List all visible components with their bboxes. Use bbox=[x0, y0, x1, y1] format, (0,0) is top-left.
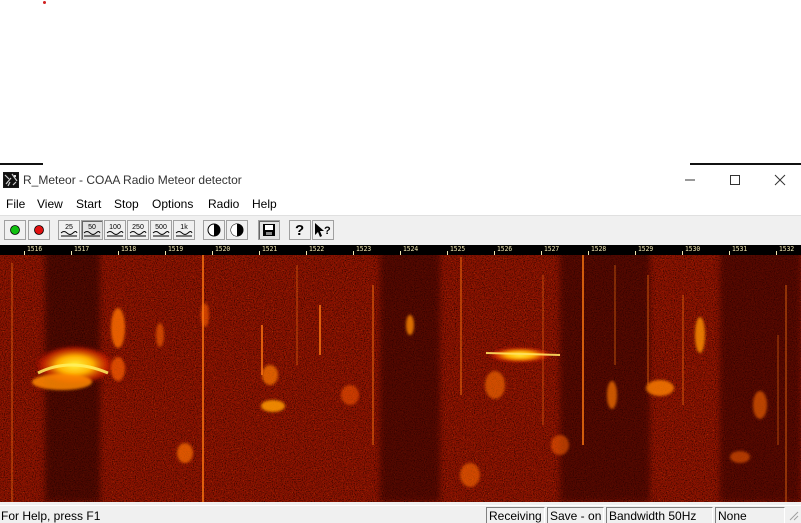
close-icon bbox=[774, 174, 786, 186]
tick-mark bbox=[729, 251, 730, 255]
contrast-button-2[interactable] bbox=[226, 220, 248, 240]
menu-view[interactable]: View bbox=[37, 197, 63, 211]
time-tick: 1523 bbox=[356, 245, 372, 253]
contrast-icon bbox=[207, 223, 221, 237]
time-tick: 1532 bbox=[779, 245, 795, 253]
status-pane-receiving: Receiving bbox=[486, 507, 545, 523]
bandwidth-100-button[interactable]: 100 bbox=[104, 220, 126, 240]
wave-icon bbox=[175, 231, 193, 237]
time-tick: 1530 bbox=[685, 245, 701, 253]
svg-text:?: ? bbox=[324, 225, 331, 237]
tick-mark bbox=[118, 251, 119, 255]
question-icon: ? bbox=[295, 222, 304, 238]
status-bar: For Help, press F1 Receiving Save - on B… bbox=[0, 505, 801, 523]
spectrogram-display[interactable]: 1516 1517 1518 1519 1520 1521 1522 1523 … bbox=[0, 245, 801, 502]
time-tick: 1526 bbox=[497, 245, 513, 253]
tick-mark bbox=[447, 251, 448, 255]
tick-mark bbox=[682, 251, 683, 255]
close-button[interactable] bbox=[757, 165, 801, 195]
time-tick: 1525 bbox=[450, 245, 466, 253]
menu-radio[interactable]: Radio bbox=[208, 197, 239, 211]
time-tick: 1524 bbox=[403, 245, 419, 253]
tick-mark bbox=[494, 251, 495, 255]
wave-icon bbox=[152, 231, 170, 237]
stop-red-button[interactable] bbox=[28, 220, 50, 240]
resize-grip-icon[interactable] bbox=[787, 509, 799, 521]
time-tick: 1528 bbox=[591, 245, 607, 253]
svg-text:?: ? bbox=[295, 222, 304, 238]
bandwidth-50-button[interactable]: 50 bbox=[81, 220, 103, 240]
menu-bar: File View Start Stop Options Radio Help bbox=[0, 195, 801, 215]
status-pane-bandwidth: Bandwidth 50Hz bbox=[606, 507, 713, 523]
context-help-button[interactable]: ? bbox=[312, 220, 334, 240]
tick-mark bbox=[306, 251, 307, 255]
tick-mark bbox=[400, 251, 401, 255]
help-button[interactable]: ? bbox=[289, 220, 311, 240]
tick-mark bbox=[353, 251, 354, 255]
minimize-button[interactable] bbox=[667, 165, 713, 195]
status-pane-none: None bbox=[715, 507, 785, 523]
menu-start[interactable]: Start bbox=[76, 197, 101, 211]
green-dot-icon bbox=[10, 225, 20, 235]
time-tick: 1521 bbox=[262, 245, 278, 253]
red-dot-marker bbox=[43, 1, 46, 4]
time-tick: 1527 bbox=[544, 245, 560, 253]
toolbar: 25 50 100 250 500 1k ? ? bbox=[0, 215, 801, 244]
time-axis: 1516 1517 1518 1519 1520 1521 1522 1523 … bbox=[0, 245, 801, 255]
save-icon bbox=[263, 224, 275, 236]
save-button[interactable] bbox=[258, 220, 280, 240]
time-tick: 1529 bbox=[638, 245, 654, 253]
tick-mark bbox=[165, 251, 166, 255]
app-icon bbox=[3, 172, 19, 188]
time-tick: 1517 bbox=[74, 245, 90, 253]
maximize-button[interactable] bbox=[712, 165, 758, 195]
status-pane-save: Save - on bbox=[547, 507, 604, 523]
bandwidth-500-button[interactable]: 500 bbox=[150, 220, 172, 240]
app-window: R_Meteor - COAA Radio Meteor detector Fi… bbox=[0, 165, 801, 523]
menu-stop[interactable]: Stop bbox=[114, 197, 139, 211]
window-title: R_Meteor - COAA Radio Meteor detector bbox=[23, 173, 242, 187]
tick-mark bbox=[24, 251, 25, 255]
minimize-icon bbox=[685, 179, 695, 181]
tick-mark bbox=[71, 251, 72, 255]
status-help-text: For Help, press F1 bbox=[1, 509, 101, 523]
time-tick: 1531 bbox=[732, 245, 748, 253]
tick-mark bbox=[541, 251, 542, 255]
time-tick: 1522 bbox=[309, 245, 325, 253]
time-tick: 1518 bbox=[121, 245, 137, 253]
menu-options[interactable]: Options bbox=[152, 197, 193, 211]
menu-file[interactable]: File bbox=[6, 197, 25, 211]
wave-icon bbox=[106, 231, 124, 237]
title-bar[interactable]: R_Meteor - COAA Radio Meteor detector bbox=[0, 165, 801, 195]
contrast-button-1[interactable] bbox=[203, 220, 225, 240]
maximize-icon bbox=[730, 175, 740, 185]
time-tick: 1516 bbox=[27, 245, 43, 253]
bandwidth-25-button[interactable]: 25 bbox=[58, 220, 80, 240]
pointer-question-icon: ? bbox=[315, 223, 331, 237]
tick-mark bbox=[212, 251, 213, 255]
time-tick: 1519 bbox=[168, 245, 184, 253]
wave-icon bbox=[60, 231, 78, 237]
tick-mark bbox=[776, 251, 777, 255]
wave-icon bbox=[83, 231, 101, 237]
bandwidth-1k-button[interactable]: 1k bbox=[173, 220, 195, 240]
spectrogram-image bbox=[0, 245, 801, 502]
menu-help[interactable]: Help bbox=[252, 197, 277, 211]
bandwidth-250-button[interactable]: 250 bbox=[127, 220, 149, 240]
tick-mark bbox=[635, 251, 636, 255]
red-dot-icon bbox=[34, 225, 44, 235]
tick-mark bbox=[259, 251, 260, 255]
contrast-icon bbox=[230, 223, 244, 237]
time-tick: 1520 bbox=[215, 245, 231, 253]
wave-icon bbox=[129, 231, 147, 237]
start-green-button[interactable] bbox=[4, 220, 26, 240]
tick-mark bbox=[588, 251, 589, 255]
